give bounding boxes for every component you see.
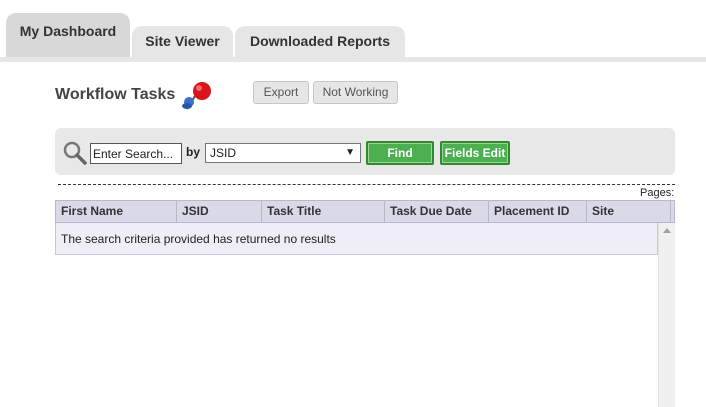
not-working-button[interactable]: Not Working (313, 81, 398, 104)
column-header-task-title[interactable]: Task Title (262, 201, 385, 222)
search-input[interactable] (90, 143, 182, 164)
search-field-select[interactable]: JSID ▼ (205, 143, 361, 163)
empty-results-message: The search criteria provided has returne… (61, 232, 336, 246)
find-button[interactable]: Find (366, 141, 434, 165)
dropdown-caret-icon: ▼ (345, 147, 355, 158)
tab-site-viewer[interactable]: Site Viewer (132, 26, 233, 57)
search-field-selected: JSID (210, 146, 237, 160)
column-header-jsid[interactable]: JSID (177, 201, 262, 222)
scroll-up-arrow-icon[interactable] (663, 228, 671, 233)
export-button[interactable]: Export (253, 81, 309, 104)
tab-bar: My Dashboard Site Viewer Downloaded Repo… (0, 0, 706, 62)
grid-header: First Name JSID Task Title Task Due Date… (55, 200, 675, 223)
app-root: My Dashboard Site Viewer Downloaded Repo… (0, 0, 706, 407)
magnifier-icon (63, 141, 87, 165)
column-header-site[interactable]: Site (587, 201, 671, 222)
pages-label: Pages: (640, 187, 675, 199)
grid-scrollbar[interactable] (658, 223, 675, 407)
column-header-first-name[interactable]: First Name (56, 201, 177, 222)
pager-divider (58, 184, 675, 185)
tab-bar-underline (0, 57, 706, 62)
fields-edit-button[interactable]: Fields Edit (440, 141, 510, 165)
column-header-task-due-date[interactable]: Task Due Date (385, 201, 489, 222)
tab-downloaded-reports[interactable]: Downloaded Reports (235, 26, 405, 57)
tab-my-dashboard[interactable]: My Dashboard (6, 13, 130, 57)
pushpin-icon (182, 82, 211, 110)
column-header-placement-id[interactable]: Placement ID (489, 201, 587, 222)
page-title: Workflow Tasks (55, 86, 176, 103)
grid-body: The search criteria provided has returne… (55, 223, 658, 255)
by-label: by (186, 145, 201, 159)
